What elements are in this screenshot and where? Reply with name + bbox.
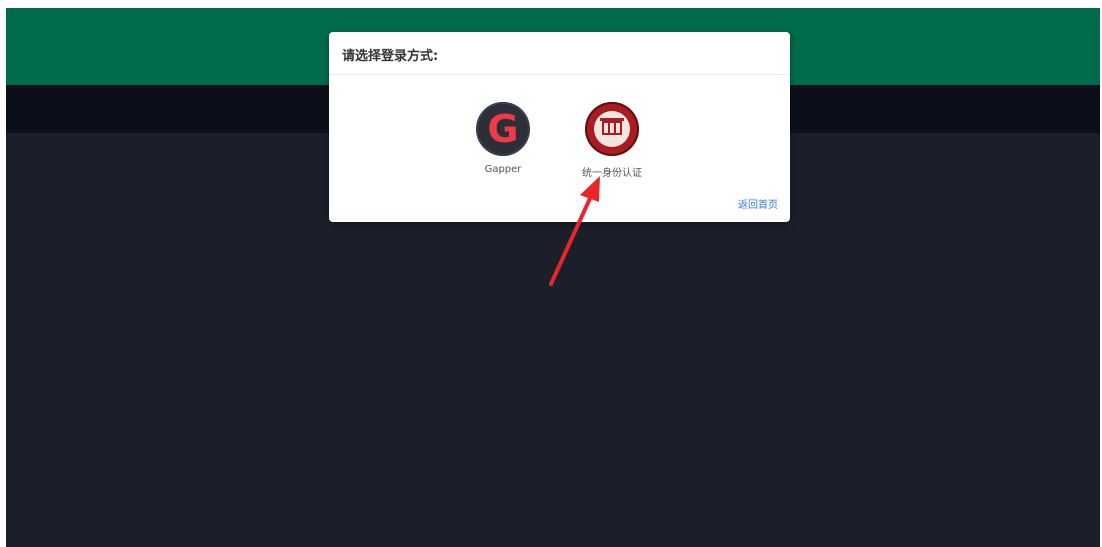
seal-column	[608, 123, 610, 133]
gapper-logo-icon[interactable]: G	[476, 102, 530, 156]
page-background: 请选择登录方式: G Gapper 统一身份认证 返回首页	[6, 8, 1100, 547]
university-seal-icon[interactable]	[585, 102, 639, 156]
gapper-g-mark: G	[487, 107, 519, 151]
login-option-unified-auth[interactable]: 统一身份认证	[567, 102, 657, 179]
dialog-title: 请选择登录方式:	[342, 49, 439, 64]
login-option-label: 统一身份认证	[582, 168, 642, 179]
back-to-home-link[interactable]: 返回首页	[738, 196, 778, 211]
seal-building	[602, 121, 622, 135]
login-method-dialog: 请选择登录方式: G Gapper 统一身份认证 返回首页	[329, 32, 790, 222]
login-option-gapper[interactable]: G Gapper	[458, 102, 548, 175]
login-option-label: Gapper	[484, 164, 522, 175]
dialog-divider	[329, 74, 790, 75]
seal-column	[614, 123, 616, 133]
